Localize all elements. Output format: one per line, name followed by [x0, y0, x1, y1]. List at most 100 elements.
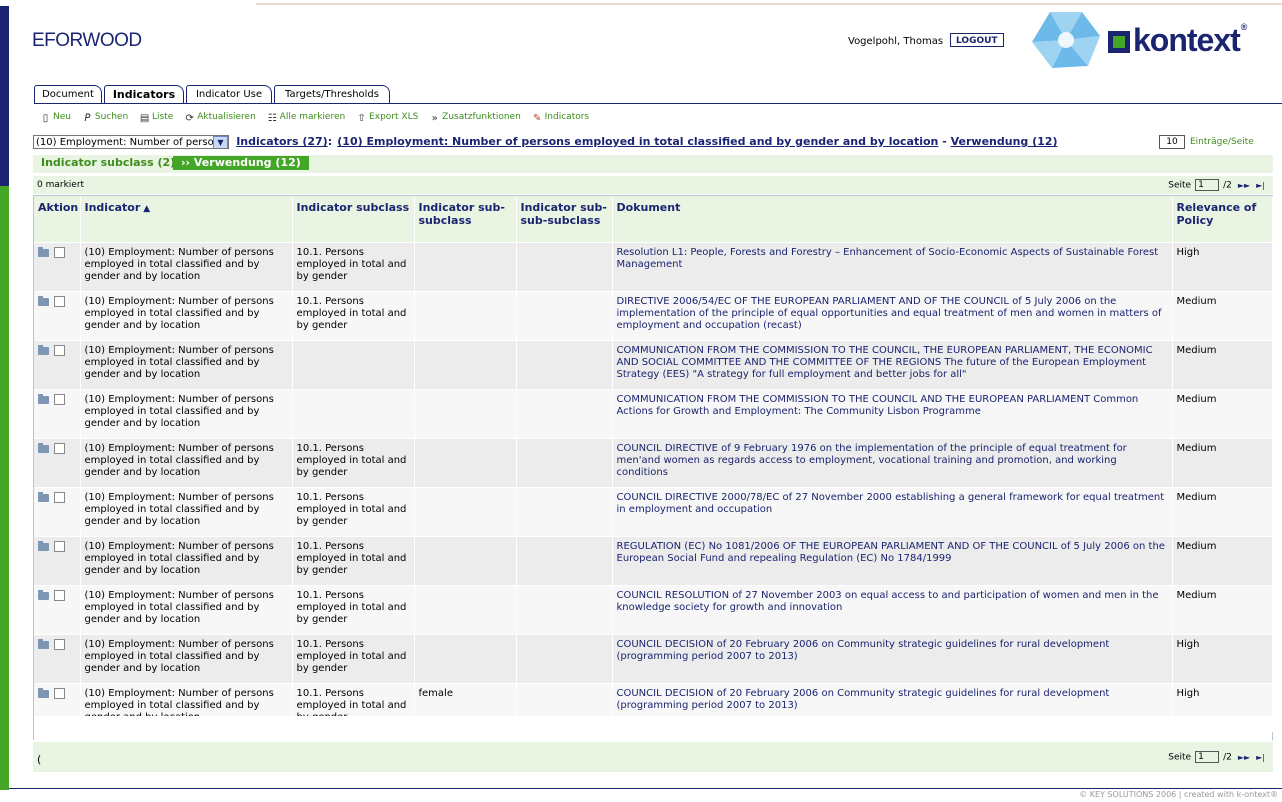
- row-actions: [34, 585, 81, 635]
- cell-indicator: (10) Employment: Number of persons emplo…: [80, 242, 293, 292]
- row-actions: [34, 536, 81, 586]
- row-checkbox[interactable]: [54, 443, 65, 454]
- table-empty-space: [34, 716, 1272, 740]
- cell-relevance: High: [1172, 634, 1273, 684]
- folder-icon[interactable]: [38, 443, 49, 453]
- cell-relevance: Medium: [1172, 536, 1273, 586]
- tab-indicators[interactable]: Indicators: [104, 85, 184, 103]
- cell-subsubsubclass: [516, 487, 613, 537]
- table-row: (10) Employment: Number of persons emplo…: [34, 291, 1273, 341]
- breadcrumb-indicator-link[interactable]: (10) Employment: Number of persons emplo…: [337, 135, 938, 148]
- last-page-icon[interactable]: ►|: [1256, 753, 1265, 762]
- next-page-icon[interactable]: ►►: [1238, 753, 1250, 762]
- cell-dokument-link[interactable]: COUNCIL DIRECTIVE 2000/78/EC of 27 Novem…: [612, 487, 1173, 537]
- indicator-subclass-link[interactable]: Indicator subclass (2): [33, 156, 183, 170]
- last-page-icon[interactable]: ►|: [1256, 181, 1265, 190]
- folder-icon[interactable]: [38, 247, 49, 257]
- row-checkbox[interactable]: [54, 541, 65, 552]
- new-button[interactable]: ▯ Neu: [40, 112, 71, 124]
- cell-dokument-link[interactable]: Resolution L1: People, Forests and Fores…: [612, 242, 1173, 292]
- row-actions: [34, 291, 81, 341]
- cell-subclass: 10.1. Persons employed in total and by g…: [292, 242, 415, 292]
- sort-ascending-icon: ▲: [143, 204, 151, 214]
- cell-dokument-link[interactable]: COUNCIL DIRECTIVE of 9 February 1976 on …: [612, 438, 1173, 488]
- cell-dokument-link[interactable]: COUNCIL DECISION of 20 February 2006 on …: [612, 634, 1173, 684]
- search-button[interactable]: 𝘗 Suchen: [82, 112, 128, 124]
- cell-dokument-link[interactable]: COUNCIL RESOLUTION of 27 November 2003 o…: [612, 585, 1173, 635]
- page-input-bottom[interactable]: 1: [1195, 751, 1220, 763]
- row-checkbox[interactable]: [54, 345, 65, 356]
- row-actions: [34, 487, 81, 537]
- row-checkbox[interactable]: [54, 247, 65, 258]
- row-checkbox[interactable]: [54, 590, 65, 601]
- cell-subsubclass: [414, 389, 517, 439]
- cell-subsubsubclass: [516, 536, 613, 586]
- row-checkbox[interactable]: [54, 394, 65, 405]
- header-subclass[interactable]: Indicator subclass: [292, 196, 415, 243]
- indicator-select[interactable]: (10) Employment: Number of persons ▼: [33, 135, 229, 149]
- more-functions-button[interactable]: » Zusatzfunktionen: [429, 112, 521, 124]
- export-icon: ⇧: [357, 113, 366, 124]
- cell-indicator: (10) Employment: Number of persons emplo…: [80, 634, 293, 684]
- copyright: © KEY SOLUTIONS 2006 | created with k-on…: [1079, 790, 1278, 799]
- left-accent-bar-navy: [0, 6, 9, 186]
- header-subsubclass[interactable]: Indicator sub-subclass: [414, 196, 517, 243]
- header-indicator[interactable]: Indicator ▲: [80, 196, 293, 243]
- header-dokument[interactable]: Dokument: [612, 196, 1173, 243]
- left-accent-bar-green: [0, 186, 9, 790]
- bottom-line: [9, 788, 1282, 789]
- list-button[interactable]: ▤ Liste: [139, 112, 174, 124]
- verwendung-active-link[interactable]: ›› Verwendung (12): [173, 156, 309, 170]
- indicators-button[interactable]: ✎ Indicators: [532, 112, 589, 124]
- row-actions: [34, 438, 81, 488]
- tab-targets-thresholds[interactable]: Targets/Thresholds: [274, 85, 390, 103]
- page-input-top[interactable]: 1: [1195, 179, 1220, 191]
- folder-icon[interactable]: [38, 492, 49, 502]
- refresh-button[interactable]: ⟳ Aktualisieren: [184, 112, 256, 124]
- tab-indicator-use[interactable]: Indicator Use: [186, 85, 272, 103]
- row-checkbox[interactable]: [54, 639, 65, 650]
- cell-relevance: Medium: [1172, 389, 1273, 439]
- cell-dokument-link[interactable]: REGULATION (EC) No 1081/2006 OF THE EURO…: [612, 536, 1173, 586]
- row-checkbox[interactable]: [54, 296, 65, 307]
- folder-icon[interactable]: [38, 639, 49, 649]
- row-checkbox[interactable]: [54, 688, 65, 699]
- cell-relevance: Medium: [1172, 487, 1273, 537]
- next-page-icon[interactable]: ►►: [1238, 181, 1250, 190]
- folder-icon[interactable]: [38, 688, 49, 698]
- cell-subclass: 10.1. Persons employed in total and by g…: [292, 585, 415, 635]
- breadcrumb-indicators-link[interactable]: Indicators (27): [236, 135, 328, 148]
- folder-icon[interactable]: [38, 394, 49, 404]
- table-row: (10) Employment: Number of persons emplo…: [34, 438, 1273, 488]
- export-xls-button[interactable]: ⇧ Export XLS: [356, 112, 418, 124]
- cell-subsubclass: [414, 242, 517, 292]
- folder-icon[interactable]: [38, 296, 49, 306]
- cell-indicator: (10) Employment: Number of persons emplo…: [80, 291, 293, 341]
- cell-subclass: 10.1. Persons employed in total and by g…: [292, 438, 415, 488]
- more-functions-icon: »: [431, 113, 438, 124]
- header-relevance[interactable]: Relevance of Policy: [1172, 196, 1273, 243]
- cell-subsubclass: [414, 487, 517, 537]
- mark-all-button[interactable]: ☷ Alle markieren: [267, 112, 346, 124]
- cell-dokument-link[interactable]: COMMUNICATION FROM THE COMMISSION TO THE…: [612, 389, 1173, 439]
- cell-indicator: (10) Employment: Number of persons emplo…: [80, 536, 293, 586]
- tab-document[interactable]: Document: [34, 85, 102, 103]
- cell-relevance: Medium: [1172, 291, 1273, 341]
- entries-per-page-input[interactable]: 10: [1159, 135, 1185, 149]
- cell-dokument-link[interactable]: COMMUNICATION FROM THE COMMISSION TO THE…: [612, 340, 1173, 390]
- breadcrumb-verwendung-link[interactable]: Verwendung (12): [951, 135, 1058, 148]
- cell-dokument-link[interactable]: DIRECTIVE 2006/54/EC OF THE EUROPEAN PAR…: [612, 291, 1173, 341]
- folder-icon[interactable]: [38, 590, 49, 600]
- header-subsubsubclass[interactable]: Indicator sub-sub-subclass: [516, 196, 613, 243]
- cell-subsubsubclass: [516, 389, 613, 439]
- cell-subsubsubclass: [516, 634, 613, 684]
- tab-underline: [34, 103, 1282, 104]
- cell-subsubsubclass: [516, 585, 613, 635]
- chevron-down-icon[interactable]: ▼: [213, 136, 228, 148]
- logout-button[interactable]: LOGOUT: [950, 33, 1004, 47]
- table-row: (10) Employment: Number of persons emplo…: [34, 389, 1273, 439]
- folder-icon[interactable]: [38, 541, 49, 551]
- row-checkbox[interactable]: [54, 492, 65, 503]
- marked-count: 0 markiert: [37, 180, 85, 190]
- folder-icon[interactable]: [38, 345, 49, 355]
